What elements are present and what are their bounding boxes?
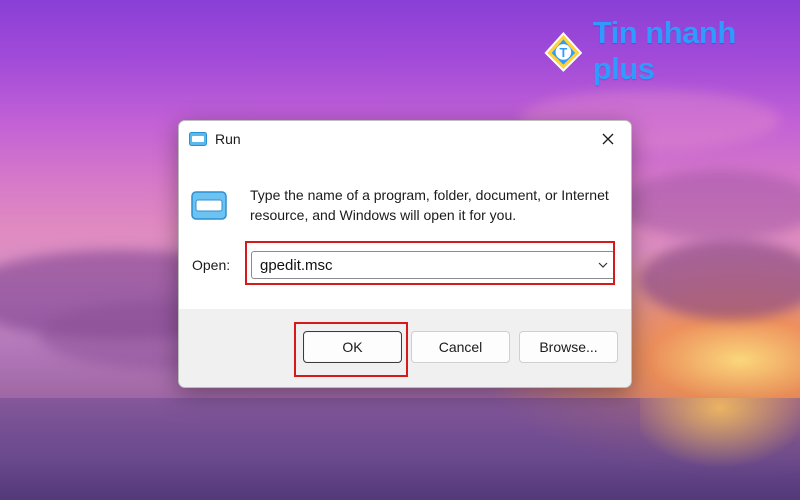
cancel-button[interactable]: Cancel: [411, 331, 510, 363]
close-button[interactable]: [585, 121, 631, 157]
run-icon: [189, 132, 207, 146]
close-icon: [602, 133, 614, 145]
wallpaper-sun-reflection: [640, 398, 800, 500]
dialog-body: Type the name of a program, folder, docu…: [179, 157, 631, 309]
open-input[interactable]: [252, 253, 582, 277]
brand-logo: T Tin nhanh plus: [540, 15, 800, 86]
open-combobox[interactable]: [251, 251, 615, 279]
dialog-titlebar[interactable]: Run: [179, 121, 631, 157]
browse-button[interactable]: Browse...: [519, 331, 618, 363]
run-program-icon: [191, 191, 227, 220]
chevron-down-icon[interactable]: [598, 260, 608, 270]
logo-mark-icon: T: [544, 32, 583, 72]
dialog-footer: OK Cancel Browse...: [179, 309, 631, 387]
wallpaper-cloud: [620, 170, 800, 240]
wallpaper-cloud: [640, 240, 800, 320]
dialog-title: Run: [215, 131, 241, 147]
brand-name: Tin nhanh plus: [592, 15, 737, 86]
dialog-description: Type the name of a program, folder, docu…: [250, 187, 609, 223]
run-dialog: Run Type the name of a program, folder, …: [178, 120, 632, 388]
svg-text:T: T: [560, 46, 568, 60]
open-label: Open:: [192, 257, 231, 273]
ok-button[interactable]: OK: [303, 331, 402, 363]
